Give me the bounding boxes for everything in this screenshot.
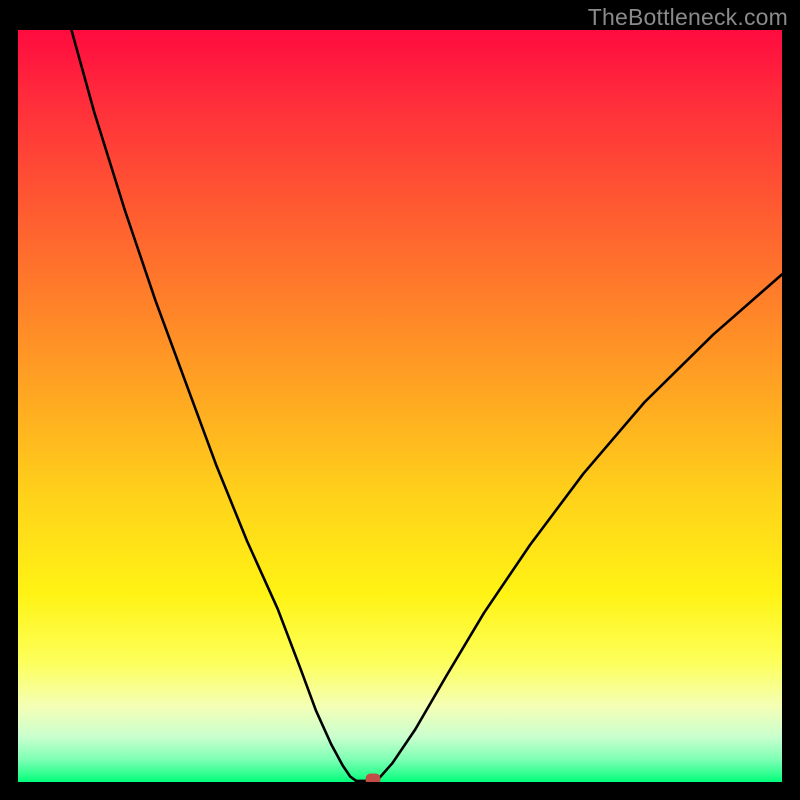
bottleneck-curve	[71, 30, 782, 781]
watermark-text: TheBottleneck.com	[588, 4, 788, 31]
chart-frame: TheBottleneck.com	[0, 0, 800, 800]
curve-svg	[18, 30, 782, 782]
marker-dot	[366, 773, 381, 782]
plot-area	[18, 30, 782, 782]
